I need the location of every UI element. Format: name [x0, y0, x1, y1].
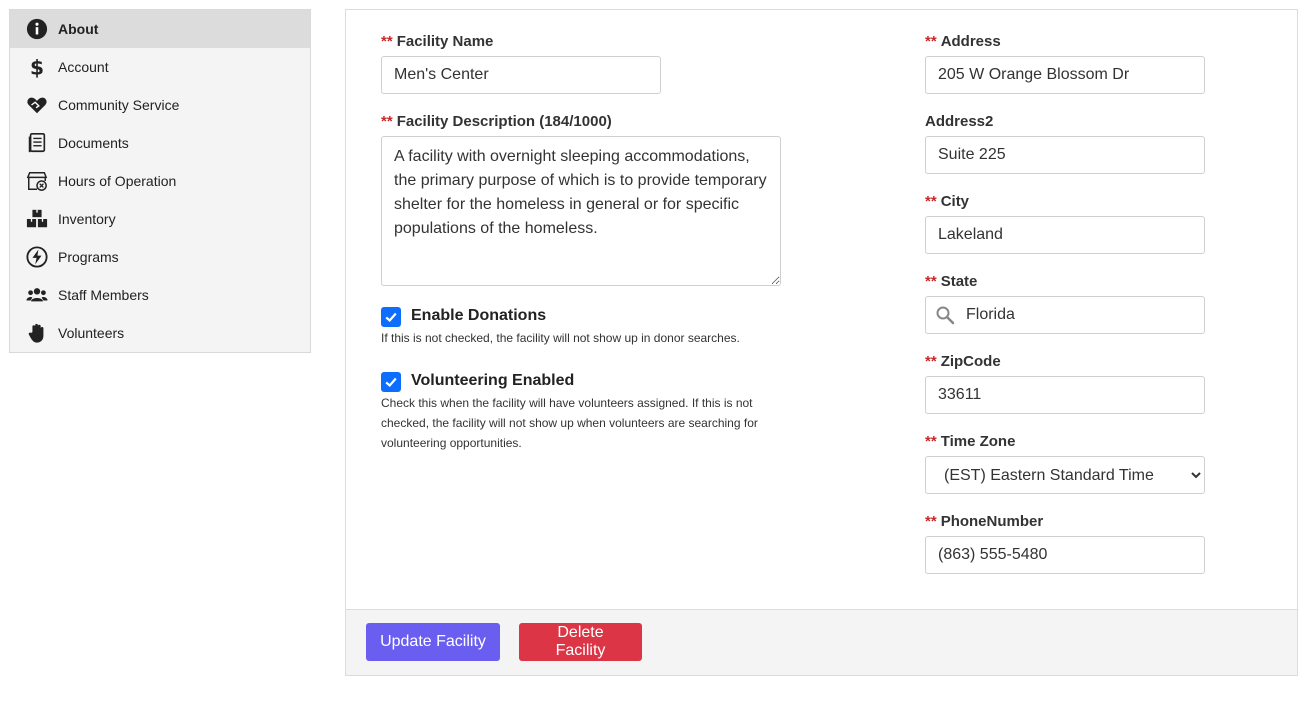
- sidebar-item-about[interactable]: About: [10, 10, 310, 48]
- volunteering-enabled-label[interactable]: Volunteering Enabled: [411, 372, 574, 390]
- facility-description-textarea[interactable]: A facility with overnight sleeping accom…: [381, 136, 781, 286]
- svg-text:$: $: [30, 56, 44, 78]
- sidebar-item-label: Staff Members: [58, 287, 149, 303]
- state-search-field: [925, 296, 1205, 334]
- address2-input[interactable]: [925, 136, 1205, 174]
- sidebar-item-programs[interactable]: Programs: [10, 238, 310, 276]
- zipcode-label: ** ZipCode: [925, 353, 1001, 370]
- enable-donations-label[interactable]: Enable Donations: [411, 307, 546, 325]
- enable-donations-help: If this is not checked, the facility wil…: [381, 331, 740, 345]
- hand-icon: [26, 322, 48, 344]
- bolt-icon: [26, 246, 48, 268]
- update-facility-button[interactable]: Update Facility: [366, 623, 500, 661]
- boxes-icon: [26, 208, 48, 230]
- sidebar-item-label: Programs: [58, 249, 119, 265]
- sidebar-item-documents[interactable]: Documents: [10, 124, 310, 162]
- search-icon: [935, 305, 955, 325]
- sidebar-item-volunteers[interactable]: Volunteers: [10, 314, 310, 352]
- sidebar-item-account[interactable]: $ Account: [10, 48, 310, 86]
- address2-label: Address2: [925, 113, 994, 130]
- sidebar-item-hours-of-operation[interactable]: Hours of Operation: [10, 162, 310, 200]
- address-label: ** Address: [925, 33, 1001, 50]
- city-input[interactable]: [925, 216, 1205, 254]
- enable-donations-checkbox[interactable]: [381, 307, 401, 327]
- sidebar-item-label: Inventory: [58, 211, 116, 227]
- sidebar-item-staff-members[interactable]: Staff Members: [10, 276, 310, 314]
- delete-facility-button[interactable]: Delete Facility: [519, 623, 642, 661]
- sidebar: About $ Account Community Service Docume…: [9, 9, 311, 353]
- store-clock-icon: [26, 170, 48, 192]
- zipcode-input[interactable]: [925, 376, 1205, 414]
- sidebar-item-community-service[interactable]: Community Service: [10, 86, 310, 124]
- sidebar-item-label: About: [58, 21, 99, 37]
- city-label: ** City: [925, 193, 970, 210]
- phone-number-input[interactable]: [925, 536, 1205, 574]
- handshake-heart-icon: [26, 94, 48, 116]
- time-zone-label: ** Time Zone: [925, 433, 1016, 450]
- info-icon: [26, 18, 48, 40]
- sidebar-item-inventory[interactable]: Inventory: [10, 200, 310, 238]
- volunteering-enabled-checkbox[interactable]: [381, 372, 401, 392]
- users-icon: [26, 284, 48, 306]
- volunteering-enabled-help: Check this when the facility will have v…: [381, 396, 758, 450]
- dollar-icon: $: [26, 56, 48, 78]
- state-input[interactable]: [925, 296, 1205, 334]
- check-icon: [385, 377, 397, 388]
- document-icon: [26, 132, 48, 154]
- facility-name-label: ** Facility Name: [381, 33, 494, 50]
- check-icon: [385, 312, 397, 323]
- sidebar-item-label: Account: [58, 59, 109, 75]
- time-zone-select[interactable]: (EST) Eastern Standard Time: [925, 456, 1205, 494]
- address-input[interactable]: [925, 56, 1205, 94]
- sidebar-item-label: Volunteers: [58, 325, 125, 341]
- facility-description-label: ** Facility Description (184/1000): [381, 113, 612, 130]
- facility-name-input[interactable]: [381, 56, 661, 94]
- phone-number-label: ** PhoneNumber: [925, 513, 1044, 530]
- card-footer: Update Facility Delete Facility: [346, 609, 1297, 675]
- state-label: ** State: [925, 273, 978, 290]
- sidebar-item-label: Hours of Operation: [58, 173, 177, 189]
- sidebar-item-label: Documents: [58, 135, 129, 151]
- facility-form-card: **Facility Name **Facility Description (…: [345, 9, 1298, 676]
- sidebar-item-label: Community Service: [58, 97, 180, 113]
